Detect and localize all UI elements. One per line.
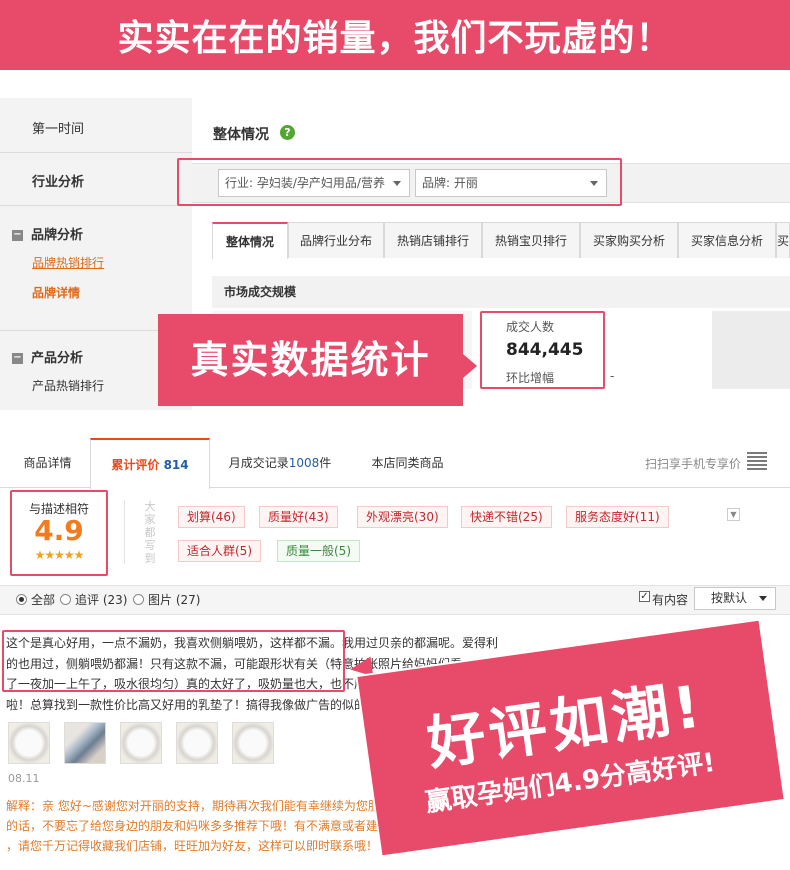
page-title: 整体情况	[213, 127, 269, 143]
tab-hot-items[interactable]: 热销宝贝排行	[482, 222, 580, 258]
help-icon[interactable]: ?	[280, 125, 295, 140]
callout-arrow	[463, 354, 477, 378]
review-tag[interactable]: 外观漂亮(30)	[357, 506, 448, 528]
sidebar-divider	[0, 152, 192, 153]
qr-code-icon[interactable]	[747, 450, 767, 470]
highlight-frame	[2, 630, 345, 692]
stat-change-value: -	[610, 369, 615, 383]
sidebar-item-industry[interactable]: 行业分析	[0, 171, 192, 190]
mobile-price-text: 扫扫享手机专享价	[645, 457, 742, 471]
review-date: 08.11	[8, 772, 40, 785]
highlight-frame	[10, 490, 108, 576]
review-tag[interactable]: 质量一般(5)	[277, 540, 360, 562]
review-tag[interactable]: 质量好(43)	[259, 506, 338, 528]
callout-real-data: 真实数据统计	[158, 314, 463, 406]
sidebar-item-brand-detail[interactable]: 品牌详情	[0, 284, 192, 301]
tab-reviews[interactable]: 累计评价 814	[90, 438, 210, 489]
tab-similar-items[interactable]: 本店同类商品	[365, 438, 450, 488]
callout-praise: 好评如潮! 赢取孕妈们4.9分高好评!	[348, 620, 790, 870]
collapse-icon: −	[12, 352, 23, 364]
tab-hot-shops[interactable]: 热销店铺排行	[384, 222, 482, 258]
tab-buyer-info[interactable]: 买家信息分析	[678, 222, 776, 258]
review-photo[interactable]	[176, 722, 218, 764]
tab-more[interactable]: 买	[776, 222, 790, 258]
review-photo[interactable]	[64, 722, 106, 764]
overview-tabs: 整体情况 品牌行业分布 热销店铺排行 热销宝贝排行 买家购买分析 买家信息分析 …	[212, 222, 790, 259]
collapse-icon: −	[12, 229, 23, 241]
has-content-checkbox[interactable]: ✓	[639, 591, 650, 602]
review-photo[interactable]	[8, 722, 50, 764]
highlight-frame	[177, 158, 622, 206]
tab-product-detail[interactable]: 商品详情	[10, 438, 85, 488]
sidebar-item-first-time[interactable]: 第一时间	[0, 118, 192, 137]
market-section-header: 市场成交规模	[212, 276, 790, 308]
radio-followup[interactable]	[60, 594, 71, 605]
radio-label: 追评 (23)	[75, 593, 128, 607]
review-tag[interactable]: 快递不错(25)	[461, 506, 552, 528]
sort-select[interactable]: 按默认	[694, 587, 776, 610]
radio-label: 全部	[31, 593, 56, 607]
sidebar-item-brand-ranking[interactable]: 品牌热销排行	[0, 254, 192, 271]
tab-brand-industry[interactable]: 品牌行业分布	[288, 222, 384, 258]
sidebar-item-brand-analysis[interactable]: − 品牌分析	[0, 224, 192, 243]
checkbox-label: 有内容	[652, 593, 689, 607]
blurred-stat	[712, 311, 790, 389]
review-photo[interactable]	[232, 722, 274, 764]
radio-pictures[interactable]	[133, 594, 144, 605]
tab-overview[interactable]: 整体情况	[212, 222, 288, 259]
review-photo[interactable]	[120, 722, 162, 764]
sidebar-divider	[0, 205, 192, 206]
review-tag[interactable]: 服务态度好(11)	[566, 506, 669, 528]
review-tag[interactable]: 划算(46)	[178, 506, 245, 528]
chevron-down-icon	[759, 596, 767, 601]
tab-monthly-sales[interactable]: 月成交记录1008件	[220, 438, 340, 488]
expand-icon[interactable]: ▼	[727, 508, 740, 521]
radio-all[interactable]	[16, 594, 27, 605]
highlight-frame	[480, 311, 605, 389]
banner-headline: 实实在在的销量，我们不玩虚的！	[117, 18, 673, 59]
tags-side-label: 大家都写到	[144, 500, 156, 565]
radio-label: 图片 (27)	[148, 593, 201, 607]
review-tag[interactable]: 适合人群(5)	[178, 540, 261, 562]
tab-buyer-purchase[interactable]: 买家购买分析	[580, 222, 678, 258]
divider	[124, 500, 125, 564]
